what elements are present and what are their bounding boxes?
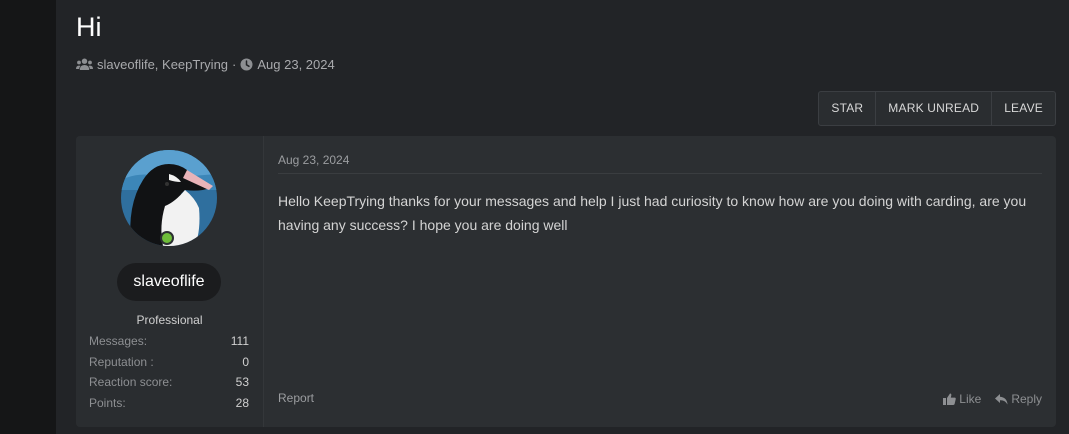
reply-button[interactable]: Reply [995, 392, 1042, 406]
mark-unread-button[interactable]: MARK UNREAD [876, 92, 993, 125]
online-status-indicator [160, 231, 174, 245]
message-divider [278, 173, 1042, 174]
stat-row: Reaction score: 53 [89, 375, 249, 396]
stat-row: Reputation : 0 [89, 355, 249, 376]
message-post: slaveoflife Professional Messages: 111 R… [76, 136, 1056, 427]
stat-label: Points: [89, 395, 126, 410]
stat-value: 0 [242, 354, 249, 369]
page-title: Hi [76, 12, 102, 42]
star-button[interactable]: STAR [819, 92, 877, 125]
report-link[interactable]: Report [278, 391, 314, 405]
clock-icon [240, 58, 253, 71]
meta-separator: · [232, 57, 237, 72]
thread-meta: slaveoflife, KeepTrying · Aug 23, 2024 [76, 57, 335, 72]
username-badge[interactable]: slaveoflife [117, 263, 221, 301]
stat-value: 53 [235, 375, 249, 389]
message-content: Aug 23, 2024 Hello KeepTrying thanks for… [278, 136, 1042, 427]
reply-label: Reply [1011, 392, 1042, 406]
stat-label: Reputation : [89, 354, 154, 369]
conversation-main: Hi slaveoflife, KeepTrying · Aug 23, 202… [56, 0, 1069, 434]
stat-value: 28 [235, 395, 249, 410]
conversation-actions: STAR MARK UNREAD LEAVE [818, 91, 1056, 126]
thumbs-up-icon [943, 393, 957, 405]
message-date[interactable]: Aug 23, 2024 [278, 153, 349, 167]
stat-label: Reaction score: [89, 375, 173, 389]
stat-row: Messages: 111 [89, 334, 249, 355]
message-actions: Like Reply [943, 392, 1042, 406]
left-gutter [0, 0, 56, 434]
reply-icon [995, 393, 1008, 404]
users-icon [76, 58, 93, 70]
like-button[interactable]: Like [943, 392, 981, 406]
leave-button[interactable]: LEAVE [992, 92, 1055, 125]
message-user-column: slaveoflife Professional Messages: 111 R… [76, 136, 264, 427]
stat-label: Messages: [89, 334, 148, 348]
stat-row: Points: 28 [89, 396, 249, 417]
thread-date: Aug 23, 2024 [257, 57, 335, 72]
user-title: Professional [136, 313, 203, 327]
user-stats: Messages: 111 Reputation : 0 Reaction sc… [89, 334, 249, 416]
participants[interactable]: slaveoflife, KeepTrying [97, 57, 228, 72]
stat-value: 111 [230, 334, 249, 348]
message-body: Hello KeepTrying thanks for your message… [278, 193, 1027, 233]
like-label: Like [959, 392, 982, 406]
